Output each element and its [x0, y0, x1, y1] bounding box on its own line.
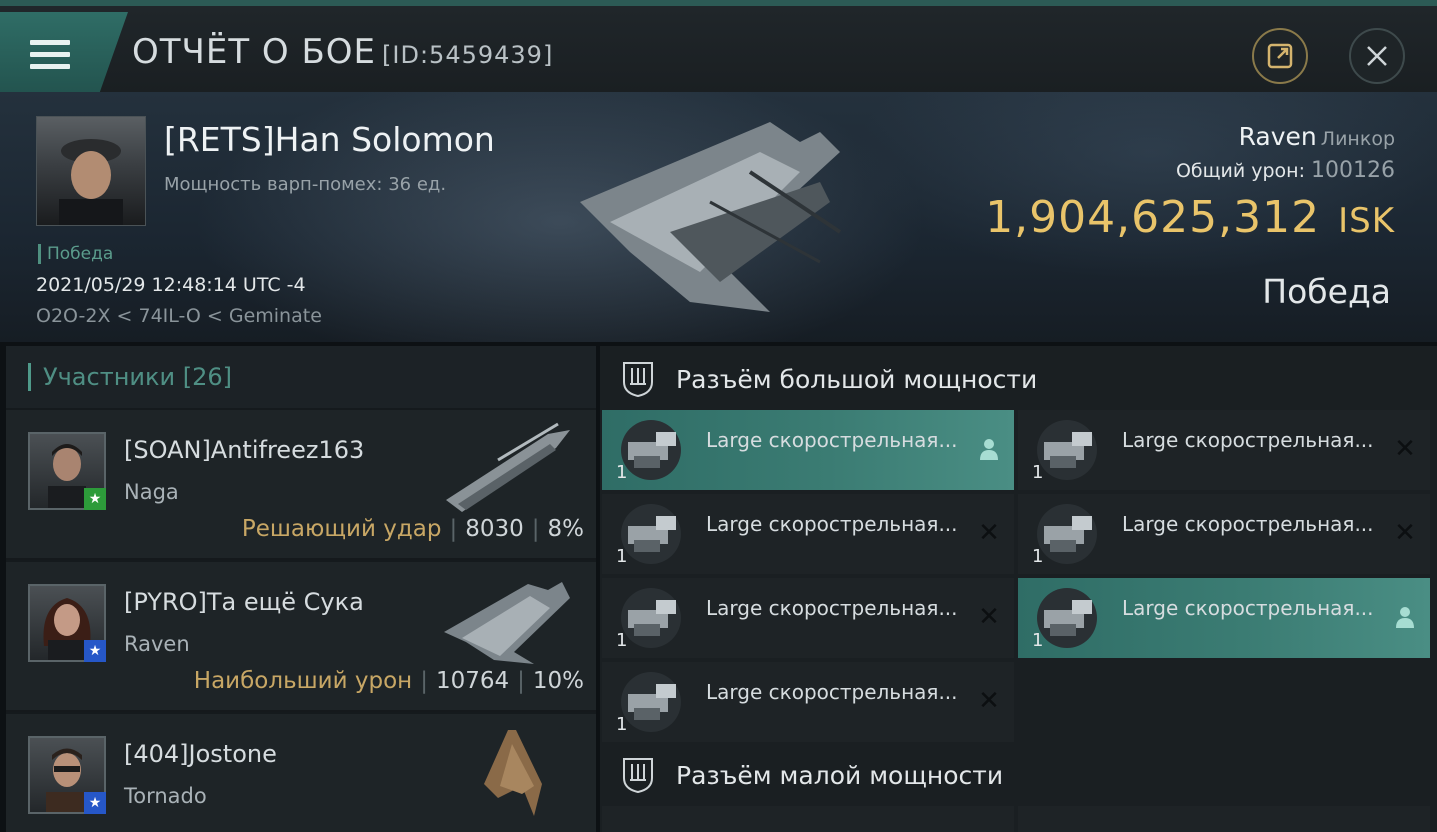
module-name: Large скорострельная... [706, 428, 958, 452]
page-title: ОТЧЁТ О БОЕ [ID:5459439] [132, 32, 553, 72]
fitting-panel: Разъём большой мощности 1 Large скоростр… [600, 346, 1437, 832]
low-slot-title: Разъём малой мощности [676, 760, 1004, 790]
destroyed-module-slot[interactable]: 1 Large скорострельная... ✕ [1018, 410, 1430, 490]
participant-stats: Наибольший урон | 10764 | 10% [193, 668, 584, 694]
module-qty: 1 [616, 462, 628, 483]
fitted-module-slot[interactable]: 1 Large скорострельная... [602, 410, 1014, 490]
destroyed-x-icon: ✕ [1394, 434, 1416, 464]
module-qty: 1 [616, 546, 628, 567]
pilot-portrait-icon [59, 139, 123, 225]
pilot-icon [976, 436, 1002, 462]
module-qty: 1 [1032, 462, 1044, 483]
victim-ship-icon[interactable] [570, 112, 870, 322]
participant-row[interactable]: ★ [PYRO]Та ещё Сука Raven Наибольший уро… [6, 560, 596, 710]
low-slot-header: Разъём малой мощности [600, 744, 1437, 806]
participant-damage: 8030 [465, 516, 524, 542]
participants-header[interactable]: Участники [26] [6, 346, 596, 408]
page-title-text: ОТЧЁТ О БОЕ [132, 32, 377, 72]
participant-avatar[interactable]: ★ [28, 736, 106, 814]
module-name: Large скорострельная... [706, 512, 958, 536]
high-slot-title: Разъём большой мощности [676, 364, 1038, 394]
close-button[interactable] [1349, 28, 1405, 84]
participant-row[interactable]: ★ [SOAN]Antifreez163 Naga Решающий удар |… [6, 408, 596, 558]
menu-button[interactable] [0, 12, 128, 92]
module-name: Large скорострельная... [1122, 512, 1374, 536]
participant-avatar[interactable]: ★ [28, 432, 106, 510]
participants-count: [26] [182, 363, 232, 391]
participant-percent: 8% [547, 516, 585, 542]
ship-naga-icon[interactable] [438, 420, 578, 515]
fitted-module-slot[interactable]: 1 Large скорострельная... [1018, 578, 1430, 658]
close-icon [1367, 46, 1387, 66]
participant-name[interactable]: [SOAN]Antifreez163 [124, 436, 364, 464]
participant-name[interactable]: [404]Jostone [124, 740, 277, 768]
victim-avatar[interactable] [36, 116, 146, 226]
high-slot-header: Разъём большой мощности [600, 348, 1437, 410]
destroyed-x-icon: ✕ [978, 602, 1000, 632]
total-damage-label: Общий урон: [1175, 160, 1306, 182]
star-badge-icon: ★ [84, 792, 106, 814]
pilot-icon [1392, 604, 1418, 630]
low-slot-icon [623, 758, 653, 794]
module-qty: 1 [1032, 630, 1044, 651]
victim-ship[interactable]: Raven Линкор [1239, 122, 1395, 151]
ship-class: Линкор [1320, 128, 1395, 150]
warp-disruption: Мощность варп-помех: 36 ед. [164, 174, 447, 195]
kill-datetime: 2021/05/29 12:48:14 UTC -4 [36, 274, 306, 296]
participants-panel: Участники [26] ★ [SOAN]Antifreez163 Naga… [6, 346, 596, 832]
module-name: Large скорострельная... [706, 596, 958, 620]
participants-label: Участники [43, 363, 176, 391]
star-badge-icon: ★ [84, 640, 106, 662]
module-name: Large скорострельная... [1122, 428, 1374, 452]
total-damage: Общий урон: 100126 [1176, 158, 1395, 183]
participant-avatar[interactable]: ★ [28, 584, 106, 662]
kill-location[interactable]: O2O-2X < 74IL-O < Geminate [36, 305, 322, 327]
external-link-icon [1267, 43, 1293, 69]
destroyed-x-icon: ✕ [1394, 518, 1416, 548]
destroyed-module-slot[interactable]: 1 Large скорострельная... ✕ [1018, 494, 1430, 574]
participant-percent: 10% [532, 668, 584, 694]
accent-bar [28, 363, 31, 391]
star-badge-icon: ★ [84, 488, 106, 510]
victim-banner: [RETS]Han Solomon Мощность варп-помех: 3… [0, 92, 1437, 342]
module-qty: 1 [616, 714, 628, 735]
report-id: [ID:5459439] [382, 41, 554, 69]
total-damage-value: 100126 [1311, 158, 1395, 183]
victim-name[interactable]: [RETS]Han Solomon [164, 120, 495, 159]
destroyed-x-icon: ✕ [978, 686, 1000, 716]
destroyed-module-slot[interactable]: 1 Large скорострельная... ✕ [602, 578, 1014, 658]
ship-raven-icon[interactable] [438, 572, 578, 667]
ship-tornado-icon[interactable] [438, 724, 578, 819]
share-button[interactable] [1252, 28, 1308, 84]
low-slot-tile[interactable] [1018, 806, 1430, 832]
destroyed-module-slot[interactable]: 1 Large скорострельная... ✕ [602, 494, 1014, 574]
module-name: Large скорострельная... [1122, 596, 1374, 620]
final-blow-tag: Решающий удар [241, 516, 442, 542]
participant-name[interactable]: [PYRO]Та ещё Сука [124, 588, 364, 616]
isk-amount: 1,904,625,312 [985, 192, 1321, 243]
high-slot-icon [623, 362, 653, 398]
module-qty: 1 [616, 630, 628, 651]
destroyed-module-slot[interactable]: 1 Large скорострельная... ✕ [602, 662, 1014, 742]
module-name: Large скорострельная... [706, 680, 958, 704]
isk-unit: ISK [1338, 201, 1395, 241]
battle-result: Победа [1262, 272, 1391, 311]
participant-damage: 10764 [435, 668, 510, 694]
participant-row[interactable]: ★ [404]Jostone Tornado [6, 712, 596, 832]
module-qty: 1 [1032, 546, 1044, 567]
ship-name: Raven [1238, 122, 1317, 151]
participant-ship: Naga [124, 480, 179, 504]
top-damage-tag: Наибольший урон [193, 668, 413, 694]
hamburger-menu-icon[interactable] [30, 40, 70, 72]
participant-ship: Raven [124, 632, 190, 656]
participant-stats: Решающий удар | 8030 | 8% [241, 516, 585, 542]
participant-ship: Tornado [124, 784, 207, 808]
top-bar: ОТЧЁТ О БОЕ [ID:5459439] [0, 0, 1437, 92]
isk-value: 1,904,625,312 ISK [985, 192, 1395, 243]
status-badge: Победа [38, 244, 113, 264]
destroyed-x-icon: ✕ [978, 518, 1000, 548]
low-slot-tile[interactable] [602, 806, 1014, 832]
